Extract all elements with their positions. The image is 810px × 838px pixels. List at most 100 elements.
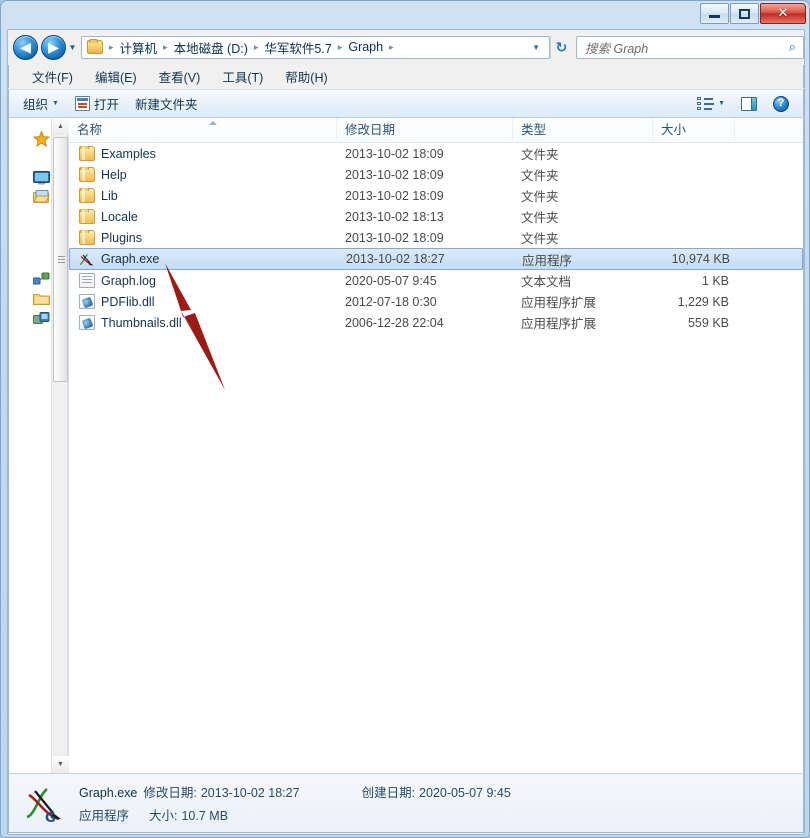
file-type-cell: 文件夹 bbox=[521, 232, 559, 246]
view-list-icon bbox=[697, 96, 715, 111]
breadcrumb-graph[interactable]: Graph bbox=[345, 39, 386, 55]
table-row[interactable]: Locale 2013-10-02 18:13 文件夹 bbox=[69, 206, 803, 227]
file-date-cell: 2013-10-02 18:09 bbox=[345, 167, 444, 182]
breadcrumb-separator: ▸ bbox=[163, 41, 168, 52]
file-name-label: Lib bbox=[101, 188, 118, 203]
folder-icon bbox=[79, 188, 95, 203]
forward-button[interactable]: ▶ bbox=[41, 34, 66, 60]
chevron-down-icon: ▼ bbox=[68, 42, 77, 52]
breadcrumb-separator: ▸ bbox=[389, 41, 394, 52]
file-type-cell: 文件夹 bbox=[521, 148, 559, 162]
breadcrumb-separator: ▸ bbox=[337, 41, 343, 52]
column-header-type[interactable]: 类型 bbox=[513, 118, 653, 143]
file-date-cell: 2012-07-18 0:30 bbox=[345, 294, 437, 309]
file-type-cell: 应用程序 bbox=[522, 253, 573, 268]
file-name-label: Locale bbox=[101, 209, 138, 224]
file-name-cell: Graph.exe bbox=[70, 252, 338, 267]
navigation-pane-scrollbar[interactable]: ▲ ▼ bbox=[51, 118, 69, 773]
recent-locations-button[interactable]: ▼ bbox=[66, 35, 79, 60]
file-list-pane[interactable]: 名称 修改日期 类型 大小 Examples 2013-10-02 18:09 文件… bbox=[69, 118, 803, 773]
table-row[interactable]: Lib 2013-10-02 18:09 文件夹 bbox=[69, 185, 803, 206]
file-size-cell: 10,974 KB bbox=[671, 252, 730, 266]
breadcrumb-computer[interactable]: 计算机 bbox=[117, 37, 161, 58]
scrollbar-thumb[interactable] bbox=[53, 137, 68, 382]
column-header-name[interactable]: 名称 bbox=[69, 118, 337, 143]
scroll-up-button[interactable]: ▲ bbox=[52, 118, 69, 135]
help-button[interactable]: ? bbox=[765, 93, 797, 115]
status-size-label: 大小: bbox=[149, 809, 178, 823]
file-name-cell: Lib bbox=[69, 188, 337, 203]
table-row[interactable]: PDFlib.dll 2012-07-18 0:30 应用程序扩展 1,229 KB bbox=[69, 291, 803, 312]
table-row[interactable]: Examples 2013-10-02 18:09 文件夹 bbox=[69, 143, 803, 164]
maximize-button[interactable] bbox=[730, 3, 759, 24]
folder-icon bbox=[79, 209, 95, 224]
file-rows: Examples 2013-10-02 18:09 文件夹 Help 2013-10-0… bbox=[69, 143, 803, 333]
file-date-cell: 2006-12-28 22:04 bbox=[345, 315, 444, 330]
computer-icon[interactable] bbox=[33, 312, 50, 327]
chevron-down-icon[interactable]: ▼ bbox=[525, 43, 547, 52]
favorites-star-icon[interactable] bbox=[32, 130, 51, 148]
breadcrumb-huajun[interactable]: 华军软件5.7 bbox=[261, 37, 334, 58]
close-button[interactable]: ✕ bbox=[760, 3, 806, 24]
table-row[interactable]: Graph.exe 2013-10-02 18:27 应用程序 10,974 KB bbox=[69, 248, 803, 270]
scroll-down-button[interactable]: ▼ bbox=[52, 756, 69, 773]
file-name-cell: PDFlib.dll bbox=[69, 294, 337, 309]
sort-ascending-icon bbox=[209, 121, 217, 125]
dll-file-icon bbox=[79, 294, 95, 309]
address-breadcrumb-bar[interactable]: ▸ 计算机 ▸ 本地磁盘 (D:) ▸ 华军软件5.7 ▸ Graph ▸ ▼ bbox=[81, 35, 550, 59]
file-name-cell: Plugins bbox=[69, 230, 337, 245]
file-name-label: Graph.exe bbox=[101, 252, 160, 266]
menu-bar: 文件(F) 编辑(E) 查看(V) 工具(T) 帮助(H) bbox=[8, 65, 804, 88]
menu-edit[interactable]: 编辑(E) bbox=[84, 65, 148, 88]
table-row[interactable]: Graph.log 2020-05-07 9:45 文本文档 1 KB bbox=[69, 270, 803, 291]
file-size-cell: 559 KB bbox=[687, 315, 729, 330]
file-name-cell: Thumbnails.dll bbox=[69, 315, 337, 330]
file-name-label: Thumbnails.dll bbox=[101, 315, 182, 330]
organize-label: 组织 bbox=[23, 98, 49, 112]
refresh-button[interactable]: ↻ bbox=[550, 35, 572, 59]
back-button[interactable]: ◀ bbox=[13, 34, 38, 60]
back-arrow-icon: ◀ bbox=[20, 39, 31, 55]
file-name-cell: Locale bbox=[69, 209, 337, 224]
menu-help[interactable]: 帮助(H) bbox=[274, 65, 338, 88]
file-type-cell: 应用程序扩展 bbox=[521, 317, 597, 331]
navigation-pane[interactable] bbox=[9, 118, 51, 773]
network-icon[interactable] bbox=[32, 272, 50, 287]
search-box[interactable]: 搜索 Graph ⌕ bbox=[576, 35, 804, 59]
open-button[interactable]: 打开 bbox=[67, 91, 127, 116]
menu-tools[interactable]: 工具(T) bbox=[211, 65, 274, 88]
file-name-label: PDFlib.dll bbox=[101, 294, 155, 309]
desktop-icon[interactable] bbox=[33, 171, 50, 186]
breadcrumb-separator: ▸ bbox=[253, 41, 259, 52]
explorer-content: ▲ ▼ 名称 修改日期 类型 大小 Examples 2013-10-02 18:… bbox=[8, 118, 804, 773]
status-modified-label: 修改日期: bbox=[143, 786, 197, 800]
search-input[interactable]: 搜索 Graph bbox=[581, 38, 789, 57]
status-file-name: Graph.exe bbox=[79, 786, 138, 800]
folder-icon bbox=[87, 39, 103, 54]
recent-places-icon[interactable] bbox=[33, 190, 50, 205]
file-date-cell: 2013-10-02 18:13 bbox=[345, 209, 444, 224]
table-row[interactable]: Plugins 2013-10-02 18:09 文件夹 bbox=[69, 227, 803, 248]
new-folder-button[interactable]: 新建文件夹 bbox=[127, 91, 206, 116]
breadcrumb-local-disk[interactable]: 本地磁盘 (D:) bbox=[171, 37, 251, 58]
change-view-button[interactable]: ▼ bbox=[689, 94, 733, 114]
organize-button[interactable]: 组织 ▼ bbox=[15, 91, 67, 116]
column-header-filler bbox=[735, 118, 803, 143]
library-folder-icon[interactable] bbox=[33, 292, 50, 307]
file-name-label: Examples bbox=[101, 146, 156, 161]
status-created-label: 创建日期: bbox=[361, 786, 416, 800]
table-row[interactable]: Help 2013-10-02 18:09 文件夹 bbox=[69, 164, 803, 185]
preview-pane-button[interactable] bbox=[733, 94, 765, 114]
status-details: Graph.exe 修改日期: 2013-10-02 18:27 创建日期: 2… bbox=[79, 782, 511, 824]
column-header-date[interactable]: 修改日期 bbox=[337, 118, 513, 143]
menu-file[interactable]: 文件(F) bbox=[21, 65, 84, 88]
column-header-size[interactable]: 大小 bbox=[653, 118, 735, 143]
status-bar: G Graph.exe 修改日期: 2013-10-02 18:27 创建日期:… bbox=[8, 773, 804, 833]
menu-view[interactable]: 查看(V) bbox=[148, 65, 212, 88]
status-file-type: 应用程序 bbox=[79, 809, 130, 823]
status-created-value: 2020-05-07 9:45 bbox=[419, 786, 511, 800]
file-name-cell: Graph.log bbox=[69, 273, 337, 288]
table-row[interactable]: Thumbnails.dll 2006-12-28 22:04 应用程序扩展 559 … bbox=[69, 312, 803, 333]
minimize-button[interactable] bbox=[700, 3, 729, 24]
graph-app-icon: G bbox=[23, 781, 67, 826]
